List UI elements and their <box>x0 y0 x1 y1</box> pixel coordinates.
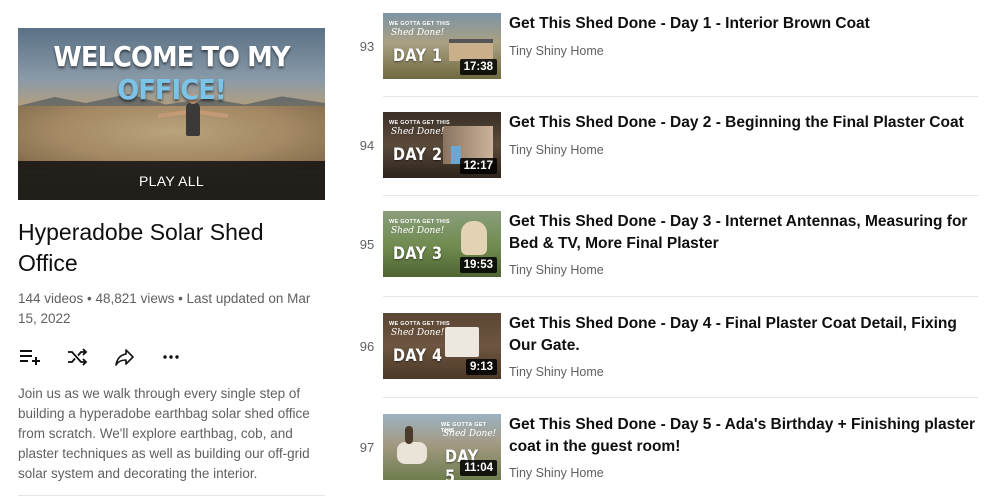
video-row[interactable]: 97 WE GOTTA GET THIS Shed Done! DAY 5 11… <box>352 414 982 498</box>
thumbnail-device <box>445 327 479 357</box>
thumbnail-day: DAY 1 <box>393 46 443 66</box>
video-duration: 12:17 <box>459 158 497 174</box>
video-index: 95 <box>359 237 375 252</box>
video-index: 96 <box>359 339 375 354</box>
divider <box>383 397 978 398</box>
video-row[interactable]: 94 WE GOTTA GET THIS Shed Done! DAY 2 12… <box>352 112 982 208</box>
channel-name[interactable]: Tiny Shiny Home <box>509 263 604 277</box>
thumbnail-day: DAY 3 <box>393 244 443 264</box>
video-title[interactable]: Get This Shed Done - Day 2 - Beginning t… <box>509 112 979 134</box>
video-title[interactable]: Get This Shed Done - Day 5 - Ada's Birth… <box>509 414 979 458</box>
video-title[interactable]: Get This Shed Done - Day 3 - Internet An… <box>509 211 979 255</box>
video-thumbnail[interactable]: WE GOTTA GET THIS Shed Done! DAY 2 12:17 <box>383 112 501 178</box>
thumbnail-tag: WE GOTTA GET THIS <box>389 219 451 225</box>
thumbnail-script: Shed Done! <box>391 328 445 338</box>
thumbnail-script: Shed Done! <box>391 28 445 38</box>
thumbnail-day: DAY 4 <box>393 346 443 366</box>
video-title[interactable]: Get This Shed Done - Day 1 - Interior Br… <box>509 13 979 35</box>
thumbnail-day: DAY 2 <box>393 145 443 165</box>
video-index: 97 <box>359 440 375 455</box>
video-duration: 19:53 <box>459 257 497 273</box>
channel-name[interactable]: Tiny Shiny Home <box>509 365 604 379</box>
video-thumbnail[interactable]: WE GOTTA GET THIS Shed Done! DAY 1 17:38 <box>383 13 501 79</box>
divider <box>383 96 978 97</box>
video-row[interactable]: 96 WE GOTTA GET THIS Shed Done! DAY 4 9:… <box>352 313 982 409</box>
thumbnail-shed <box>449 39 493 61</box>
video-title[interactable]: Get This Shed Done - Day 4 - Final Plast… <box>509 313 979 357</box>
thumbnail-tag: WE GOTTA GET THIS <box>389 321 451 327</box>
video-thumbnail[interactable]: WE GOTTA GET THIS Shed Done! DAY 4 9:13 <box>383 313 501 379</box>
video-thumbnail[interactable]: WE GOTTA GET THIS Shed Done! DAY 5 11:04 <box>383 414 501 480</box>
thumbnail-dog <box>461 221 487 255</box>
video-row[interactable]: 93 WE GOTTA GET THIS Shed Done! DAY 1 17… <box>352 13 982 109</box>
video-index: 93 <box>359 39 375 54</box>
thumbnail-tag: WE GOTTA GET THIS <box>389 120 451 126</box>
video-thumbnail[interactable]: WE GOTTA GET THIS Shed Done! DAY 3 19:53 <box>383 211 501 277</box>
thumbnail-script: Shed Done! <box>443 429 497 439</box>
video-row[interactable]: 95 WE GOTTA GET THIS Shed Done! DAY 3 19… <box>352 211 982 307</box>
video-list: 93 WE GOTTA GET THIS Shed Done! DAY 1 17… <box>0 0 1000 498</box>
channel-name[interactable]: Tiny Shiny Home <box>509 143 604 157</box>
thumbnail-script: Shed Done! <box>391 226 445 236</box>
video-duration: 9:13 <box>465 359 497 375</box>
channel-name[interactable]: Tiny Shiny Home <box>509 44 604 58</box>
thumbnail-tag: WE GOTTA GET THIS <box>389 21 451 27</box>
video-index: 94 <box>359 138 375 153</box>
video-duration: 17:38 <box>459 59 497 75</box>
divider <box>383 195 978 196</box>
divider <box>383 296 978 297</box>
channel-name[interactable]: Tiny Shiny Home <box>509 466 604 480</box>
thumbnail-rider <box>405 426 413 444</box>
thumbnail-horse <box>397 442 427 464</box>
video-duration: 11:04 <box>460 460 497 476</box>
thumbnail-script: Shed Done! <box>391 127 445 137</box>
